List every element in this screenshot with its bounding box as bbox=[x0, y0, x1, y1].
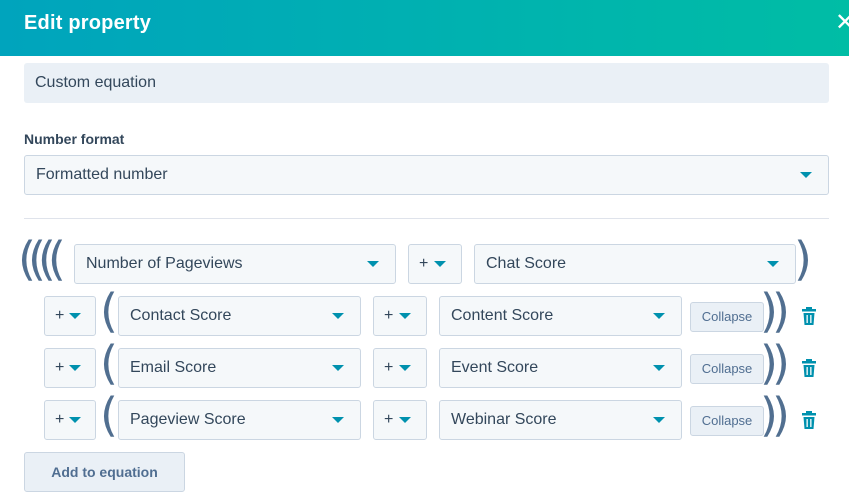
right-property-select[interactable]: Webinar Score bbox=[439, 400, 682, 440]
equation-type-field: Custom equation bbox=[24, 63, 829, 103]
number-format-select[interactable]: Formatted number bbox=[24, 155, 829, 195]
operator-select[interactable]: + bbox=[373, 348, 427, 388]
chevron-down-icon bbox=[69, 365, 81, 371]
operator-value: + bbox=[384, 359, 394, 376]
right-property-value: Webinar Score bbox=[451, 411, 557, 428]
left-property-select[interactable]: Email Score bbox=[118, 348, 361, 388]
right-property-value: Content Score bbox=[451, 307, 554, 324]
right-property-select[interactable]: Chat Score bbox=[474, 244, 796, 284]
chevron-down-icon bbox=[367, 261, 379, 267]
right-property-value: Event Score bbox=[451, 359, 539, 376]
operator-select[interactable]: + bbox=[373, 296, 427, 336]
modal-header: Edit property ✕ bbox=[0, 0, 849, 56]
operator-value: + bbox=[55, 359, 65, 376]
right-property-select[interactable]: Content Score bbox=[439, 296, 682, 336]
operator-value: + bbox=[384, 307, 394, 324]
trash-icon[interactable] bbox=[802, 359, 816, 377]
chevron-down-icon bbox=[69, 417, 81, 423]
close-parens: )) bbox=[760, 336, 790, 390]
chevron-down-icon bbox=[332, 365, 344, 371]
chevron-down-icon bbox=[767, 261, 779, 267]
operator-select[interactable]: + bbox=[44, 348, 96, 388]
operator-select[interactable]: + bbox=[44, 296, 96, 336]
open-paren: ( bbox=[100, 284, 118, 338]
close-icon[interactable]: ✕ bbox=[835, 10, 849, 36]
add-to-equation-button[interactable]: Add to equation bbox=[24, 452, 185, 492]
chevron-down-icon bbox=[653, 417, 665, 423]
chevron-down-icon bbox=[434, 261, 446, 267]
operator-value: + bbox=[419, 255, 429, 272]
chevron-down-icon bbox=[653, 365, 665, 371]
chevron-down-icon bbox=[332, 313, 344, 319]
close-parens: )) bbox=[760, 388, 790, 442]
modal-title: Edit property bbox=[24, 12, 152, 34]
equation-type-value: Custom equation bbox=[35, 74, 156, 91]
left-property-select[interactable]: Number of Pageviews bbox=[74, 244, 396, 284]
collapse-button[interactable]: Collapse bbox=[690, 354, 764, 384]
collapse-button[interactable]: Collapse bbox=[690, 302, 764, 332]
chevron-down-icon bbox=[332, 417, 344, 423]
open-paren: ( bbox=[100, 336, 118, 390]
operator-value: + bbox=[55, 307, 65, 324]
open-parens: (((( bbox=[18, 232, 66, 286]
trash-icon[interactable] bbox=[802, 411, 816, 429]
left-property-select[interactable]: Pageview Score bbox=[118, 400, 361, 440]
left-property-value: Contact Score bbox=[130, 307, 232, 324]
chevron-down-icon bbox=[399, 417, 411, 423]
left-property-value: Pageview Score bbox=[130, 411, 246, 428]
chevron-down-icon bbox=[69, 313, 81, 319]
operator-value: + bbox=[384, 411, 394, 428]
right-property-value: Chat Score bbox=[486, 255, 567, 272]
number-format-value: Formatted number bbox=[36, 166, 168, 183]
divider bbox=[24, 218, 829, 219]
right-property-select[interactable]: Event Score bbox=[439, 348, 682, 388]
chevron-down-icon bbox=[399, 313, 411, 319]
chevron-down-icon bbox=[399, 365, 411, 371]
chevron-down-icon bbox=[800, 172, 812, 178]
chevron-down-icon bbox=[653, 313, 665, 319]
operator-value: + bbox=[55, 411, 65, 428]
close-paren: ) bbox=[794, 232, 812, 286]
open-paren: ( bbox=[100, 388, 118, 442]
operator-select[interactable]: + bbox=[373, 400, 427, 440]
left-property-value: Number of Pageviews bbox=[86, 255, 243, 272]
operator-select[interactable]: + bbox=[44, 400, 96, 440]
left-property-value: Email Score bbox=[130, 359, 217, 376]
number-format-label: Number format bbox=[24, 131, 125, 147]
trash-icon[interactable] bbox=[802, 307, 816, 325]
close-parens: )) bbox=[760, 284, 790, 338]
collapse-button[interactable]: Collapse bbox=[690, 406, 764, 436]
left-property-select[interactable]: Contact Score bbox=[118, 296, 361, 336]
operator-select[interactable]: + bbox=[408, 244, 462, 284]
